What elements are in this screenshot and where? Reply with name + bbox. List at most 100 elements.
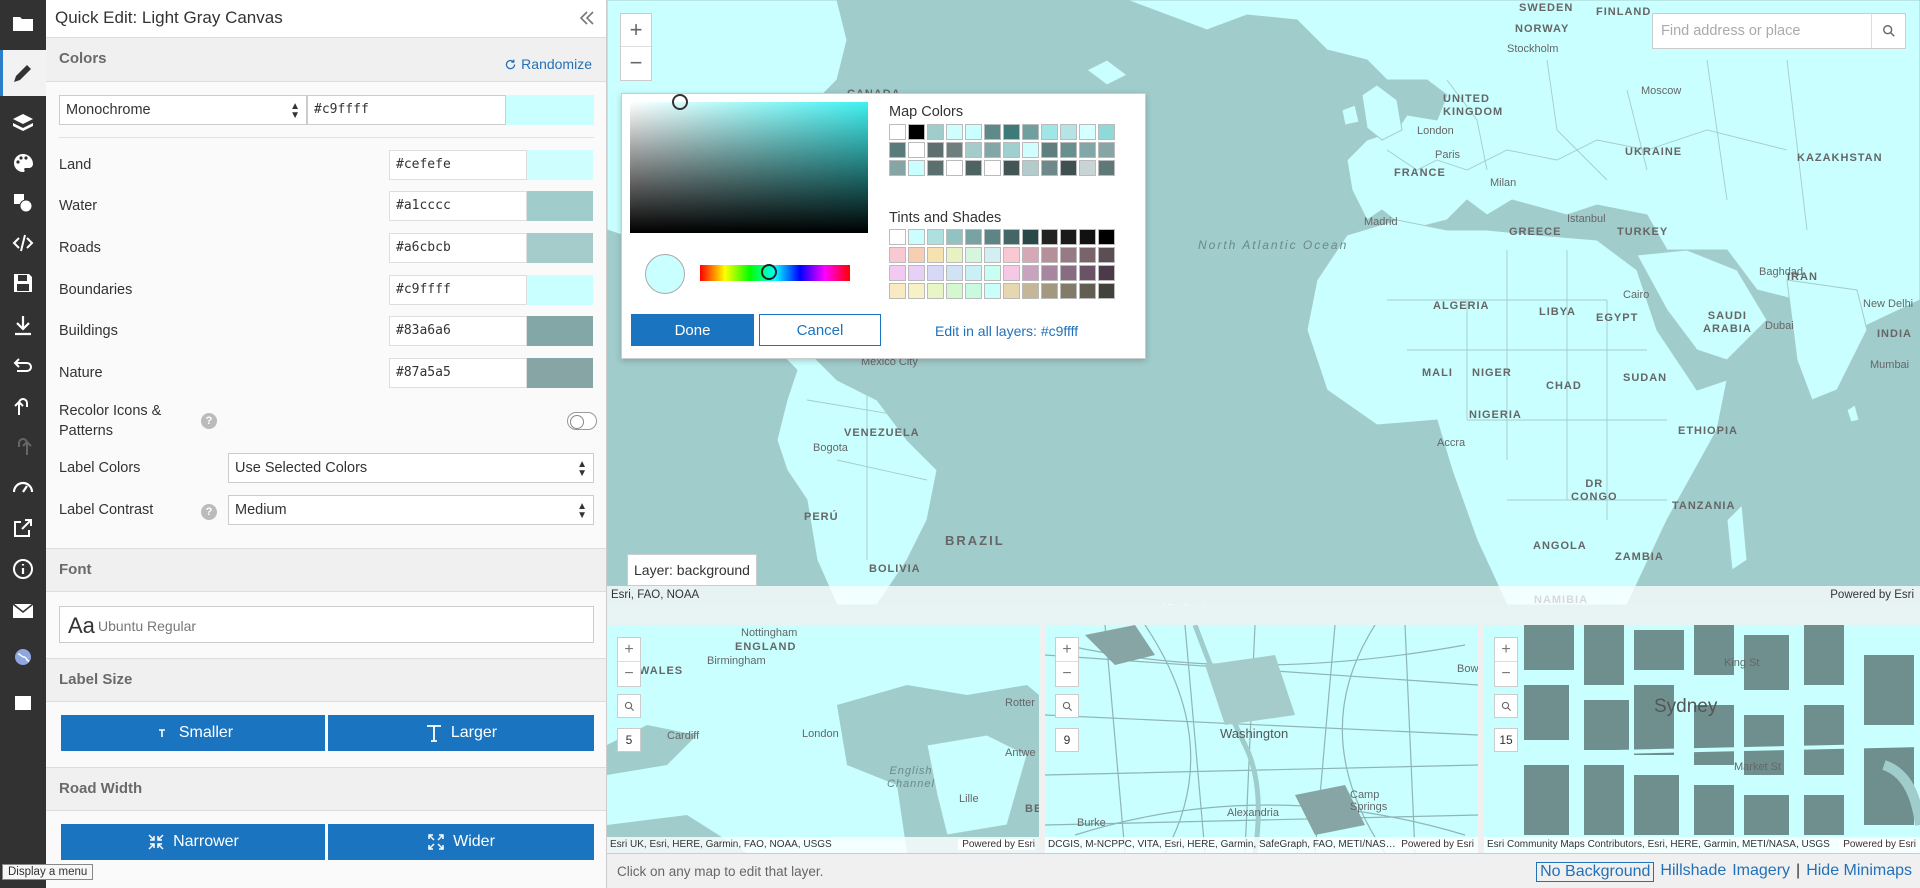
nature-color-swatch[interactable] <box>527 358 593 388</box>
map-color-swatch[interactable] <box>889 142 906 158</box>
land-color-swatch[interactable] <box>527 150 593 180</box>
map-color-swatch[interactable] <box>1003 124 1020 140</box>
tint-swatch[interactable] <box>1022 247 1039 263</box>
map-color-swatch[interactable] <box>927 160 944 176</box>
map-color-swatch[interactable] <box>984 124 1001 140</box>
tint-swatch[interactable] <box>1041 247 1058 263</box>
narrower-button[interactable]: Narrower <box>61 824 325 860</box>
tint-swatch[interactable] <box>1098 283 1115 299</box>
tint-swatch[interactable] <box>889 229 906 245</box>
no-background-link[interactable]: No Background <box>1536 862 1655 882</box>
map-color-swatch[interactable] <box>1022 124 1039 140</box>
tint-swatch[interactable] <box>1079 265 1096 281</box>
sv-handle[interactable] <box>672 94 688 110</box>
boundaries-color-swatch[interactable] <box>527 275 593 305</box>
map-color-swatch[interactable] <box>1003 160 1020 176</box>
hue-handle[interactable] <box>761 264 777 280</box>
map-color-swatch[interactable] <box>1041 160 1058 176</box>
minimap-washington[interactable]: Washington Alexandria Burke Camp Springs … <box>1045 625 1478 853</box>
tint-swatch[interactable] <box>965 283 982 299</box>
tint-swatch[interactable] <box>889 247 906 263</box>
zoom-in-button[interactable]: + <box>1056 638 1078 662</box>
zoom-out-button[interactable]: − <box>1056 662 1078 686</box>
gauge-icon[interactable] <box>0 464 46 510</box>
map-color-swatch[interactable] <box>1079 160 1096 176</box>
map-color-swatch[interactable] <box>1022 160 1039 176</box>
tint-swatch[interactable] <box>1060 247 1077 263</box>
tint-swatch[interactable] <box>1079 247 1096 263</box>
hide-minimaps-link[interactable]: Hide Minimaps <box>1806 862 1912 882</box>
tint-swatch[interactable] <box>1060 265 1077 281</box>
map-color-swatch[interactable] <box>1003 142 1020 158</box>
search-icon[interactable] <box>1494 694 1518 718</box>
tint-swatch[interactable] <box>908 265 925 281</box>
tint-swatch[interactable] <box>965 265 982 281</box>
tint-swatch[interactable] <box>908 247 925 263</box>
map-color-swatch[interactable] <box>908 124 925 140</box>
globe-icon[interactable] <box>0 634 46 680</box>
map-color-swatch[interactable] <box>984 160 1001 176</box>
zoom-in-button[interactable]: + <box>621 14 651 47</box>
cancel-button[interactable]: Cancel <box>759 314 881 346</box>
map-color-swatch[interactable] <box>889 124 906 140</box>
tint-swatch[interactable] <box>908 283 925 299</box>
tint-swatch[interactable] <box>927 229 944 245</box>
font-picker[interactable]: Aa Ubuntu Regular <box>59 606 594 643</box>
map-color-swatch[interactable] <box>946 160 963 176</box>
info-icon[interactable] <box>0 546 46 592</box>
imagery-link[interactable]: Imagery <box>1732 862 1790 882</box>
map-color-swatch[interactable] <box>1079 124 1096 140</box>
tint-swatch[interactable] <box>984 265 1001 281</box>
map-color-swatch[interactable] <box>946 142 963 158</box>
zoom-out-button[interactable]: − <box>618 662 640 686</box>
buildings-hex-input[interactable]: #83a6a6 <box>389 316 527 346</box>
search-icon[interactable] <box>617 694 641 718</box>
zoom-out-button[interactable]: − <box>1495 662 1517 686</box>
map-color-swatch[interactable] <box>1098 124 1115 140</box>
map-color-swatch[interactable] <box>1060 142 1077 158</box>
tint-swatch[interactable] <box>1041 283 1058 299</box>
roads-hex-input[interactable]: #a6cbcb <box>389 233 527 263</box>
roads-color-swatch[interactable] <box>527 233 593 263</box>
color-scheme-select[interactable]: Monochrome ▲ ▼ <box>59 95 307 125</box>
water-hex-input[interactable]: #a1cccc <box>389 191 527 221</box>
water-color-swatch[interactable] <box>527 191 593 221</box>
map-color-swatch[interactable] <box>965 160 982 176</box>
tint-swatch[interactable] <box>984 283 1001 299</box>
address-search-input[interactable]: Find address or place <box>1652 13 1906 49</box>
map-color-swatch[interactable] <box>1060 160 1077 176</box>
mail-icon[interactable] <box>0 588 46 634</box>
tint-swatch[interactable] <box>984 247 1001 263</box>
smaller-button[interactable]: Smaller <box>61 715 325 751</box>
tint-swatch[interactable] <box>984 229 1001 245</box>
map-color-swatch[interactable] <box>908 160 925 176</box>
recolor-icons-toggle[interactable] <box>567 412 597 430</box>
tint-swatch[interactable] <box>927 247 944 263</box>
map-color-swatch[interactable] <box>1022 142 1039 158</box>
tint-swatch[interactable] <box>1022 229 1039 245</box>
map-color-swatch[interactable] <box>1079 142 1096 158</box>
tint-swatch[interactable] <box>927 283 944 299</box>
map-color-swatch[interactable] <box>927 124 944 140</box>
nature-hex-input[interactable]: #87a5a5 <box>389 358 527 388</box>
tint-swatch[interactable] <box>946 229 963 245</box>
tint-swatch[interactable] <box>1060 283 1077 299</box>
wider-button[interactable]: Wider <box>328 824 594 860</box>
tint-swatch[interactable] <box>1003 229 1020 245</box>
minimap-sydney[interactable]: Sydney King St Market St + − 15 Esri Comm… <box>1484 625 1920 853</box>
buildings-color-swatch[interactable] <box>527 316 593 346</box>
map-color-swatch[interactable] <box>965 124 982 140</box>
zoom-in-button[interactable]: + <box>1495 638 1517 662</box>
label-colors-select[interactable]: Use Selected Colors ▲ ▼ <box>228 453 594 483</box>
done-button[interactable]: Done <box>631 314 754 346</box>
land-hex-input[interactable]: #cefefe <box>389 150 527 180</box>
tint-swatch[interactable] <box>908 229 925 245</box>
tint-swatch[interactable] <box>946 283 963 299</box>
saturation-value-area[interactable] <box>630 94 868 233</box>
tint-swatch[interactable] <box>1060 229 1077 245</box>
map-color-swatch[interactable] <box>1098 142 1115 158</box>
tint-swatch[interactable] <box>889 283 906 299</box>
zoom-out-button[interactable]: − <box>621 47 651 80</box>
tint-swatch[interactable] <box>946 265 963 281</box>
collapse-panel-icon[interactable] <box>577 8 597 28</box>
